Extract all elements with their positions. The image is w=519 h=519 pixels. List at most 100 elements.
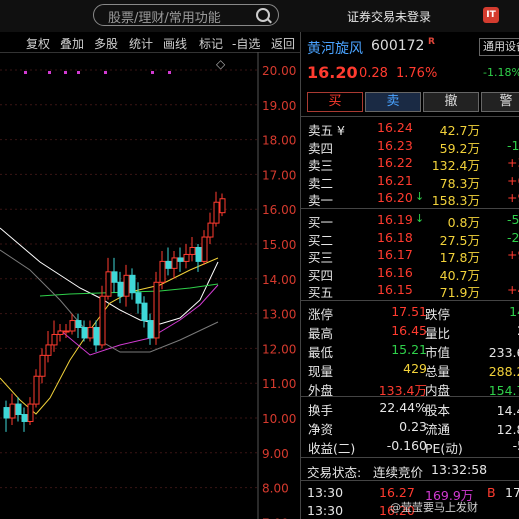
bid-price: 16.18 — [377, 229, 413, 245]
price-tick-label: 11.00 — [262, 377, 296, 391]
stats-row: 换手 22.44%股本 14.4亿 — [301, 400, 519, 418]
stat-label: 涨停 — [308, 307, 334, 322]
price-tick-label: 10.00 — [262, 412, 296, 426]
ask-volume: 132.4万 — [431, 158, 480, 173]
app-icon[interactable]: IT — [483, 7, 499, 23]
buy-button[interactable]: 买 — [307, 92, 363, 112]
signal-dot — [24, 71, 27, 74]
stock-name[interactable]: 黄河旋风 — [307, 38, 363, 58]
stat-label: 量比 — [425, 326, 451, 341]
price-tick-label: 16.00 — [262, 203, 296, 217]
stat-label: 换手 — [308, 403, 334, 418]
candle-body — [129, 274, 136, 294]
ask-row[interactable]: 卖二 16.21 78.3万 +6 — [301, 172, 519, 191]
divider — [301, 300, 519, 301]
login-status[interactable]: 证券交易未登录 — [347, 8, 431, 25]
stock-code: 600172 — [371, 38, 425, 54]
bid-price: 16.16 — [377, 264, 413, 280]
bid-row[interactable]: 买二 16.18 27.5万 -2 — [301, 229, 519, 248]
toolbar-draw-line[interactable]: 画线 — [163, 35, 187, 52]
down-arrow-icon: ↓ — [415, 190, 425, 203]
candle-body — [177, 257, 184, 262]
stat-label: 跌停 — [425, 307, 451, 322]
candle-body — [201, 236, 208, 262]
toolbar-multi-stock[interactable]: 多股 — [94, 35, 118, 52]
candle-body — [105, 271, 112, 297]
stats-row: 涨停 17.51跌停 14.3 — [301, 304, 519, 322]
chart-toolbar: 复权 叠加 多股 统计 画线 标记 -自选 返回 — [0, 32, 300, 53]
ask-row[interactable]: 卖五 ¥ 16.24 42.7万 — [301, 120, 519, 138]
quote-panel: 黄河旋风 600172 R 通用设备 16.20 0.28 1.76% -1.1… — [300, 32, 519, 519]
ask-label: 卖一 — [308, 193, 334, 208]
stat-label: 现量 — [308, 364, 334, 379]
ask-delta: -1 — [507, 137, 519, 153]
bid-delta: +9 — [507, 247, 519, 262]
ask-delta: +3 — [507, 155, 519, 170]
toolbar-stats[interactable]: 统计 — [129, 35, 153, 52]
cancel-button[interactable]: 撤 — [423, 92, 479, 112]
ask-row[interactable]: 卖三 16.22 132.4万 +3 — [301, 155, 519, 173]
trade-status-time: 13:32:58 — [431, 462, 488, 477]
candle-body — [21, 414, 28, 422]
stat-value: 14.4亿 — [496, 403, 519, 418]
tick-side: B — [487, 485, 496, 500]
bid-label: 买四 — [308, 267, 334, 283]
ask-price: 16.24 — [377, 120, 413, 135]
ask-row[interactable]: 卖四 16.23 59.2万 -1 — [301, 137, 519, 156]
toolbar-overlay[interactable]: 叠加 — [60, 35, 84, 52]
ask-delta: +6 — [507, 172, 519, 188]
bid-row[interactable]: 买一 16.19 ↓ 0.8万 -5 — [301, 212, 519, 230]
toolbar-back[interactable]: 返回 — [271, 35, 295, 52]
kline-chart[interactable]: 20.00 19.00 18.00 17.00 16.00 15.00 14.00 13.00… — [0, 52, 300, 519]
signal-dot — [64, 71, 67, 74]
signal-dot — [77, 71, 80, 74]
r-mark: R — [428, 37, 435, 47]
toolbar-watchlist[interactable]: -自选 — [232, 35, 260, 52]
ask-row[interactable]: 卖一 16.20↓ 158.3万 +97 — [301, 190, 519, 208]
price-change-pct: 1.76% — [396, 66, 438, 81]
stat-value: 0.23 — [399, 419, 427, 434]
ask-price: 16.23 — [377, 137, 413, 153]
stat-value: -52. — [512, 438, 519, 453]
search-box[interactable]: 股票/理财/常用功能 — [93, 4, 279, 26]
bid-row[interactable]: 买五 16.15 71.9万 +44 — [301, 282, 519, 300]
stat-label: 最低 — [308, 345, 334, 360]
stat-value: 16.45 — [391, 323, 427, 338]
price-tick-label: 20.00 — [262, 64, 296, 78]
toolbar-mark[interactable]: 标记 — [199, 35, 223, 52]
bid-price: 16.15 — [377, 282, 413, 297]
bid-volume: 17.8万 — [439, 250, 480, 265]
tick-count: 17 — [505, 485, 519, 500]
ask-price: 16.22 — [377, 155, 413, 170]
bid-price: 16.19 — [377, 212, 413, 227]
bid-row[interactable]: 买四 16.16 40.7万 — [301, 264, 519, 283]
candle-body — [213, 201, 220, 224]
stat-label: 净资 — [308, 422, 334, 437]
bid-delta: +44 — [507, 282, 519, 297]
price-tick-label: 9.00 — [262, 447, 289, 461]
candle-body — [183, 253, 190, 262]
sector-button[interactable]: 通用设备 — [479, 38, 519, 56]
stat-value: 17.51 — [391, 304, 427, 319]
bid-delta: -2 — [507, 229, 519, 245]
divider — [301, 480, 519, 481]
bid-volume: 27.5万 — [439, 232, 480, 248]
trade-status-label: 交易状态: — [307, 465, 362, 480]
candle-body — [141, 302, 148, 322]
signal-dot — [168, 71, 171, 74]
last-price: 16.20 — [307, 63, 358, 82]
candle-body — [39, 354, 46, 377]
ask-price: 16.20 — [377, 190, 413, 205]
stat-value: 233.6亿 — [488, 345, 519, 360]
sell-button[interactable]: 卖 — [365, 92, 421, 112]
candle-body — [195, 246, 202, 262]
search-input[interactable]: 股票/理财/常用功能 — [108, 7, 221, 26]
toolbar-fuquan[interactable]: 复权 — [26, 35, 50, 52]
alert-button[interactable]: 警 — [481, 92, 519, 112]
diamond-icon[interactable]: ◇ — [216, 57, 226, 71]
bid-row[interactable]: 买三 16.17 17.8万 +9 — [301, 247, 519, 265]
divider — [301, 396, 519, 397]
candle-body — [3, 407, 10, 419]
stat-value: 15.21 — [391, 342, 427, 357]
search-icon[interactable] — [256, 8, 270, 22]
